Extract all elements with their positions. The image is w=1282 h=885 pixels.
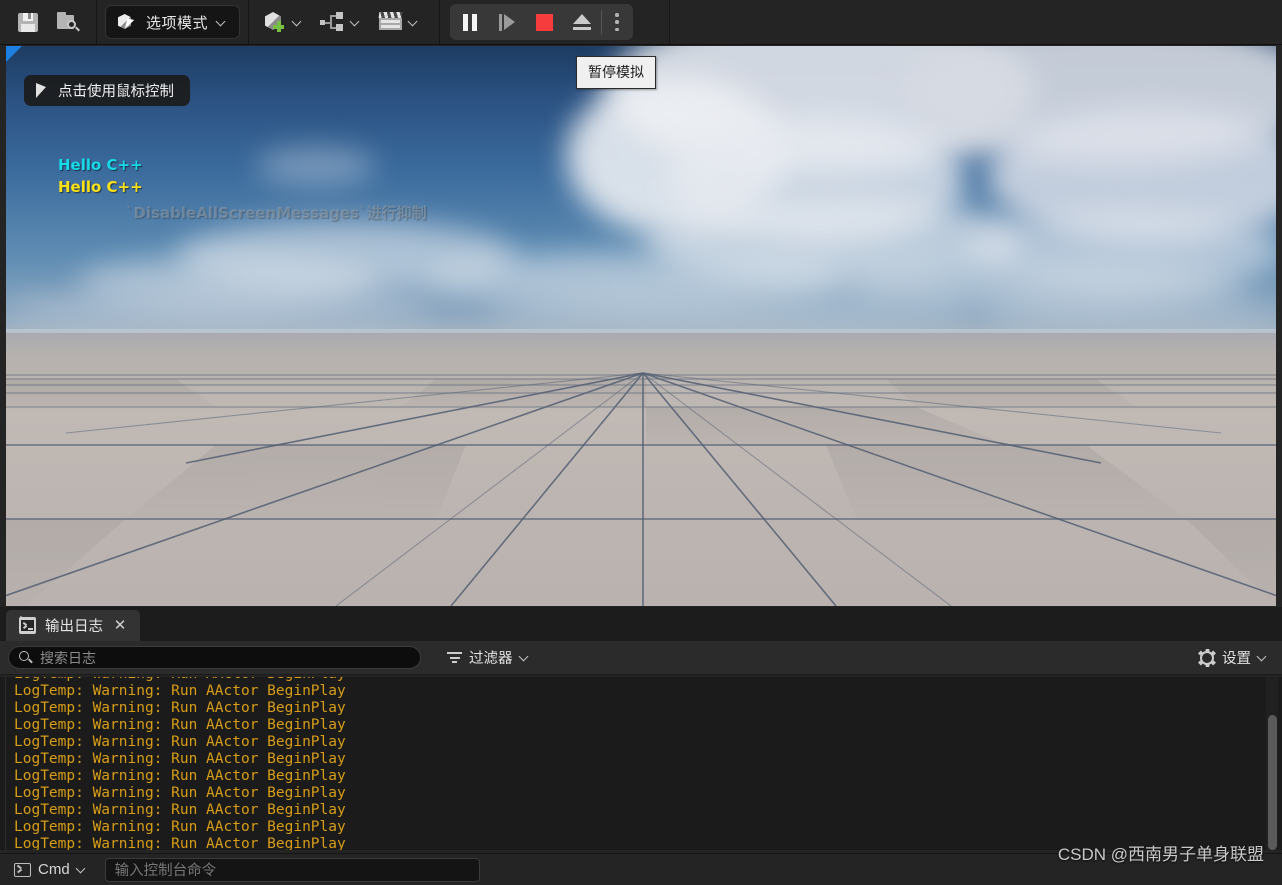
toolbar-separator <box>669 0 671 45</box>
console-icon <box>19 616 36 634</box>
level-viewport[interactable]: 点击使用鼠标控制 Hello C++ Hello C++ `DisableAll… <box>6 46 1276 606</box>
eject-button[interactable] <box>563 6 600 38</box>
tab-output-log-label: 输出日志 <box>45 619 103 635</box>
log-line: LogTemp: Warning: Run AActor BeginPlay <box>14 683 346 699</box>
select-mode-button[interactable]: 选项模式 <box>105 5 241 39</box>
select-mode-cube-cursor-icon <box>117 12 137 32</box>
main-toolbar: 选项模式 <box>0 0 1282 45</box>
command-type-label: Cmd <box>38 861 70 878</box>
filter-icon <box>447 651 462 664</box>
toolbar-group-mode: 选项模式 <box>97 0 248 45</box>
select-mode-label: 选项模式 <box>146 14 209 32</box>
log-line-list: LogTemp: Warning: Run AActor BeginPlay Lo… <box>14 677 346 850</box>
play-controls-divider <box>601 10 603 34</box>
blueprint-node-icon <box>320 12 346 32</box>
panel-tabstrip: 输出日志 ✕ <box>0 607 1282 641</box>
chevron-down-icon <box>77 865 86 874</box>
output-log-content[interactable]: LogTemp: Warning: Run AActor BeginPlay Lo… <box>0 677 1282 850</box>
browse-content-icon <box>56 11 80 33</box>
command-type-selector[interactable]: Cmd <box>8 858 92 882</box>
console-prompt-icon <box>14 862 31 877</box>
pause-button[interactable] <box>452 6 489 38</box>
suppress-messages-note: `DisableAllScreenMessages`进行抑制 <box>126 204 427 222</box>
stop-button[interactable] <box>526 6 563 38</box>
browse-content-button[interactable] <box>48 4 88 40</box>
search-icon <box>19 651 33 664</box>
frame-step-icon <box>499 13 516 31</box>
stop-icon <box>536 13 554 31</box>
pause-tooltip: 暂停模拟 <box>576 56 656 89</box>
save-button[interactable] <box>8 4 48 40</box>
chevron-down-icon[interactable] <box>409 18 418 27</box>
console-command-input[interactable]: 输入控制台命令 <box>104 857 480 882</box>
settings-button-label: 设置 <box>1222 651 1251 667</box>
viewport-active-corner-marker <box>6 46 22 62</box>
log-line: LogTemp: Warning: Run AActor BeginPlay <box>14 785 346 801</box>
csdn-watermark: CSDN @西南男子单身联盟 <box>1057 845 1264 864</box>
toolbar-group-play <box>440 0 641 45</box>
cinematics-button[interactable] <box>371 4 425 40</box>
filter-button-label: 过滤器 <box>469 651 513 667</box>
chevron-down-icon <box>217 18 226 27</box>
close-icon[interactable]: ✕ <box>112 618 128 634</box>
on-screen-debug-messages: Hello C++ Hello C++ <box>58 154 143 198</box>
debug-message: Hello C++ <box>58 156 143 174</box>
mouse-control-hint[interactable]: 点击使用鼠标控制 <box>24 75 190 106</box>
pause-icon <box>463 13 478 31</box>
eject-icon <box>572 14 591 30</box>
log-left-rule <box>5 677 6 850</box>
kebab-menu-icon <box>615 13 619 31</box>
blueprints-button[interactable] <box>313 4 367 40</box>
log-line: LogTemp: Warning: Run AActor BeginPlay <box>14 751 346 767</box>
log-line: LogTemp: Warning: Run AActor BeginPlay <box>14 802 346 818</box>
search-input[interactable]: 搜索日志 <box>8 646 421 669</box>
log-line: LogTemp: Warning: Run AActor BeginPlay <box>14 734 346 750</box>
log-line: LogTemp: Warning: Run AActor BeginPlay <box>14 836 346 850</box>
console-command-placeholder: 输入控制台命令 <box>114 863 217 879</box>
search-input-placeholder: 搜索日志 <box>40 649 96 666</box>
settings-button[interactable]: 设置 <box>1192 645 1274 671</box>
cursor-arrow-icon <box>36 83 48 98</box>
toolbar-group-file <box>0 0 96 45</box>
toolbar-group-create <box>249 0 433 45</box>
log-line: LogTemp: Warning: Run AActor BeginPlay <box>14 700 346 716</box>
filter-button[interactable]: 过滤器 <box>440 645 536 671</box>
output-log-toolbar: 搜索日志 过滤器 设置 <box>0 641 1282 675</box>
play-controls <box>450 4 634 40</box>
cinematics-clapboard-icon <box>378 12 404 32</box>
add-actor-button[interactable] <box>257 4 309 40</box>
chevron-down-icon[interactable] <box>351 18 360 27</box>
floor-grid <box>6 372 1276 606</box>
unreal-editor-window: 选项模式 点击使用鼠标控制 Hello C++ Hello C++ `Disab… <box>0 0 1282 885</box>
log-scrollbar-thumb[interactable] <box>1268 715 1277 850</box>
log-line: LogTemp: Warning: Run AActor BeginPlay <box>14 717 346 733</box>
add-actor-cube-plus-icon <box>264 11 288 33</box>
floor-plane <box>6 333 1276 606</box>
frame-step-button[interactable] <box>489 6 526 38</box>
chevron-down-icon <box>1258 653 1267 662</box>
chevron-down-icon <box>520 653 529 662</box>
chevron-down-icon[interactable] <box>293 18 302 27</box>
save-icon <box>17 11 39 33</box>
debug-message: Hello C++ <box>58 178 143 196</box>
mouse-control-hint-label: 点击使用鼠标控制 <box>58 84 174 100</box>
gear-icon <box>1198 648 1216 667</box>
tab-output-log[interactable]: 输出日志 ✕ <box>6 610 140 641</box>
log-line: LogTemp: Warning: Run AActor BeginPlay <box>14 768 346 784</box>
log-line: LogTemp: Warning: Run AActor BeginPlay <box>14 819 346 835</box>
cloud-layer <box>6 46 1276 336</box>
play-options-button[interactable] <box>603 6 631 38</box>
